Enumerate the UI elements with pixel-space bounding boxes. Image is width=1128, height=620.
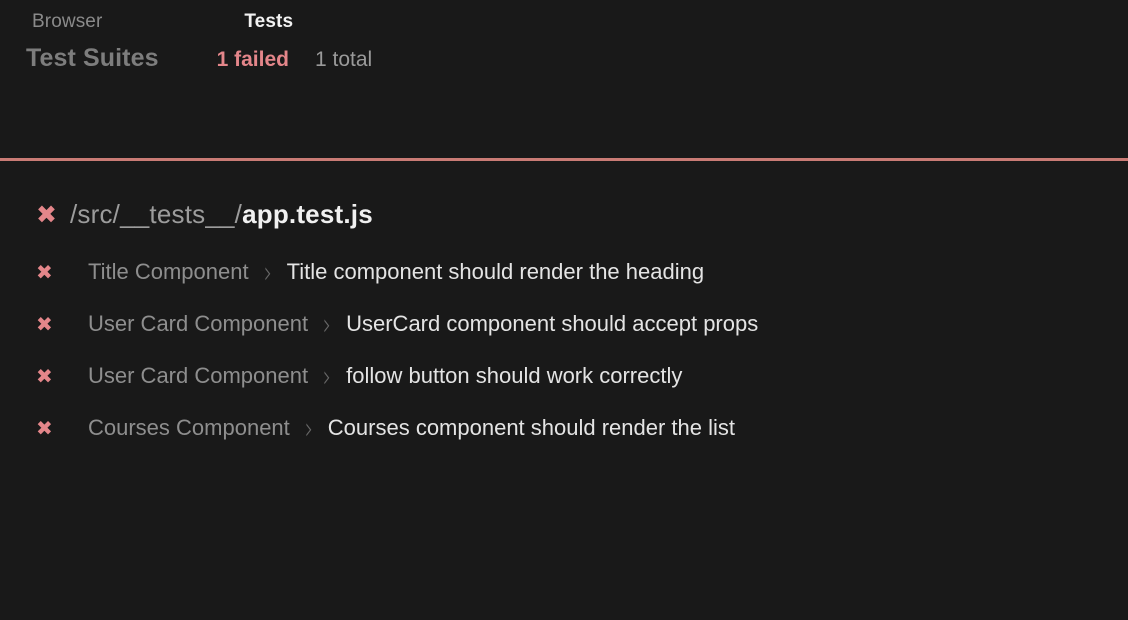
summary-total-count: 1 total: [315, 48, 373, 71]
fail-x-icon: ✖: [36, 312, 53, 336]
fail-x-icon: ✖: [36, 200, 57, 229]
chevron-right-icon: ›: [304, 409, 314, 447]
tab-browser[interactable]: Browser: [32, 11, 102, 33]
fail-x-icon: ✖: [36, 364, 53, 388]
suite-file-path: /src/__tests__/app.test.js: [70, 199, 373, 230]
test-suite-name: Title Component: [88, 259, 249, 284]
results-list: ✖ /src/__tests__/app.test.js ✖ Title Com…: [0, 161, 1128, 454]
test-title: follow button should work correctly: [346, 363, 683, 388]
test-title: Title component should render the headin…: [286, 259, 705, 284]
test-suite-name: User Card Component: [88, 311, 309, 336]
test-row[interactable]: ✖ Courses Component › Courses component …: [0, 402, 1128, 454]
test-title: UserCard component should accept props: [346, 311, 759, 336]
tab-tests[interactable]: Tests: [244, 11, 293, 33]
chevron-right-icon: ›: [263, 253, 272, 291]
test-suite-name: User Card Component: [88, 363, 309, 388]
test-row[interactable]: ✖ User Card Component › follow button sh…: [0, 350, 1128, 402]
test-suites-summary: Test Suites 1 failed 1 total: [0, 44, 1128, 114]
fail-x-icon: ✖: [36, 260, 53, 284]
chevron-right-icon: ›: [322, 357, 332, 395]
test-suite-name: Courses Component: [88, 415, 290, 440]
test-row[interactable]: ✖ User Card Component › UserCard compone…: [0, 298, 1128, 350]
fail-x-icon: ✖: [36, 416, 53, 440]
suite-path-filename: app.test.js: [242, 199, 373, 229]
test-title: Courses component should render the list: [327, 415, 736, 440]
tab-bar: Browser Tests: [0, 0, 1128, 44]
summary-label: Test Suites: [26, 44, 159, 72]
summary-failed-count: 1 failed: [216, 48, 289, 71]
chevron-right-icon: ›: [322, 305, 332, 343]
suite-header[interactable]: ✖ /src/__tests__/app.test.js: [0, 199, 1128, 230]
test-results-panel: Browser Tests Test Suites 1 failed 1 tot…: [0, 0, 1128, 620]
test-row[interactable]: ✖ Title Component › Title component shou…: [0, 246, 1128, 298]
suite-path-directory: /src/__tests__/: [70, 199, 243, 229]
